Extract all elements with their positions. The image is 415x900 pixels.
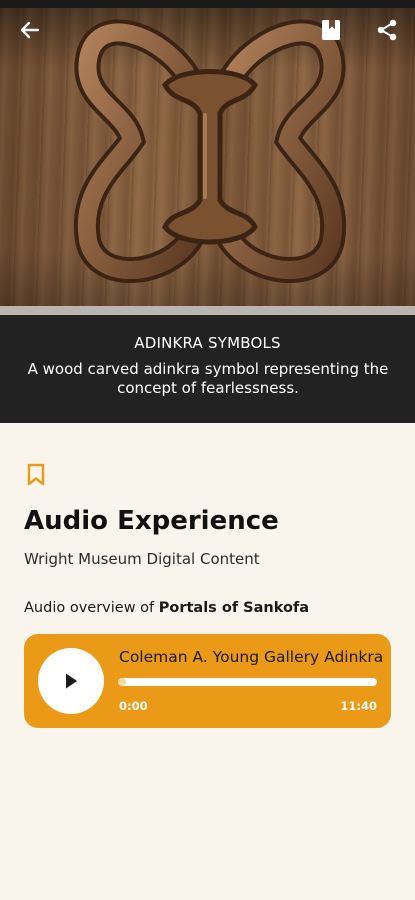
share-icon xyxy=(377,19,397,41)
play-button[interactable] xyxy=(38,648,104,714)
audio-player: Coleman A. Young Gallery Adinkra 0:00 11… xyxy=(24,634,391,728)
status-bar xyxy=(0,0,415,8)
bookmark-button[interactable] xyxy=(315,14,347,46)
progress-bar[interactable] xyxy=(118,678,377,686)
page-subtitle: Wright Museum Digital Content xyxy=(24,550,260,568)
bookmark-icon xyxy=(322,20,340,40)
overview-name: Portals of Sankofa xyxy=(158,600,310,616)
progress-fill xyxy=(118,678,126,686)
image-caption: ADINKRA SYMBOLS A wood carved adinkra sy… xyxy=(0,315,415,423)
share-button[interactable] xyxy=(371,14,403,46)
back-button[interactable] xyxy=(14,14,46,46)
adinkra-carving-image xyxy=(73,19,347,283)
hero-image xyxy=(0,0,415,315)
image-border xyxy=(0,306,415,315)
overview-prefix: Audio overview of xyxy=(24,600,159,616)
duration: 11:40 xyxy=(340,699,377,713)
save-bookmark-button[interactable] xyxy=(26,463,46,487)
track-title: Coleman A. Young Gallery Adinkra xyxy=(119,648,384,666)
caption-description: A wood carved adinkra symbol representin… xyxy=(27,360,389,397)
audio-overview-label: Audio overview of Portals of Sankofa xyxy=(24,600,309,616)
caption-title: ADINKRA SYMBOLS xyxy=(134,334,281,352)
bookmark-outline-icon xyxy=(27,463,45,486)
page-title: Audio Experience xyxy=(24,506,279,536)
arrow-left-icon xyxy=(20,21,40,39)
current-time: 0:00 xyxy=(119,699,148,713)
play-icon xyxy=(66,673,77,689)
